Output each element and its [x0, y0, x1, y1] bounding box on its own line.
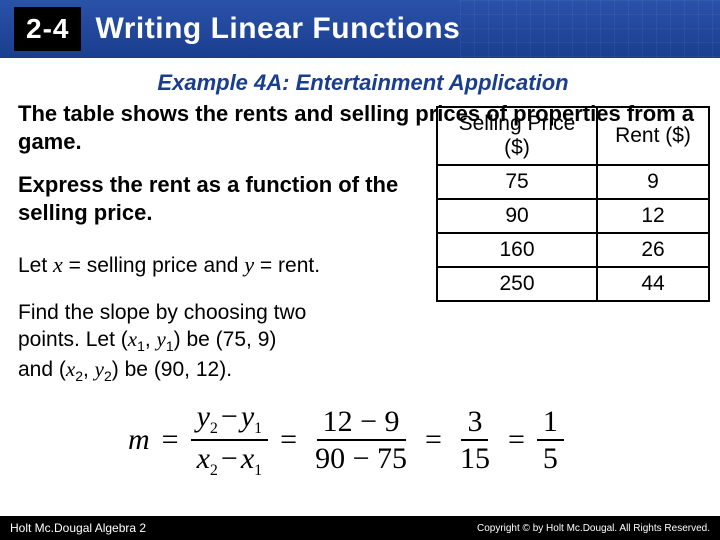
eq-eq3: =: [425, 423, 442, 457]
cell: 160: [437, 233, 597, 267]
cell: 9: [597, 165, 709, 199]
f1bbs: 1: [254, 462, 262, 479]
y2-sub: 2: [104, 368, 112, 384]
cell: 26: [597, 233, 709, 267]
data-table: Selling Price ($) Rent ($) 759 9012 1602…: [436, 106, 710, 302]
eq-eq2: =: [280, 423, 297, 457]
var-y: y: [244, 252, 254, 277]
eq-eq1: =: [162, 423, 179, 457]
find-l2a: points. Let (: [18, 328, 128, 351]
f1bm: −: [218, 442, 241, 475]
f1tbs: 1: [254, 420, 262, 437]
frac-4: 1 5: [537, 407, 564, 474]
table-row: 16026: [437, 233, 709, 267]
lesson-badge: 2-4: [14, 7, 81, 51]
eq-eq4: =: [508, 423, 525, 457]
cell: 90: [437, 199, 597, 233]
x2: x: [66, 357, 75, 381]
c2: ,: [83, 358, 95, 381]
f1tb: y: [241, 400, 254, 433]
table-head-row: Selling Price ($) Rent ($): [437, 107, 709, 165]
col-rent: Rent ($): [597, 107, 709, 165]
frac-2: 12 − 9 90 − 75: [309, 407, 413, 474]
f1ta: y: [197, 400, 210, 433]
example-heading: Example 4A: Entertainment Application: [18, 70, 708, 96]
f1bb: x: [241, 442, 254, 475]
y1: y: [157, 327, 166, 351]
find-l3a: and (: [18, 358, 66, 381]
f1tas: 2: [210, 420, 218, 437]
col-selling-price: Selling Price ($): [437, 107, 597, 165]
eq-m: m: [128, 423, 150, 457]
frac-3: 3 15: [454, 407, 496, 474]
slide-footer: Holt Mc.Dougal Algebra 2 Copyright © by …: [0, 516, 720, 540]
table-row: 759: [437, 165, 709, 199]
find-slope-text: Find the slope by choosing two points. L…: [18, 300, 418, 386]
find-l2b: ) be (75, 9): [174, 328, 277, 351]
f4t: 1: [537, 407, 564, 441]
f2b: 90 − 75: [309, 441, 413, 474]
sub-prompt: Express the rent as a function of the se…: [18, 171, 418, 226]
table-row: 25044: [437, 267, 709, 301]
f4b: 5: [537, 441, 564, 474]
f3b: 15: [454, 441, 496, 474]
c1: ,: [145, 328, 157, 351]
x2-sub: 2: [75, 368, 83, 384]
x1: x: [128, 327, 137, 351]
frac-1: y2−y1 x2−x1: [191, 402, 269, 479]
find-l1: Find the slope by choosing two: [18, 301, 306, 324]
lesson-title: Writing Linear Functions: [95, 12, 460, 46]
let-post: = rent.: [254, 254, 320, 277]
slope-equation: m = y2−y1 x2−x1 = 12 − 9 90 − 75 = 3 15 …: [128, 402, 708, 479]
find-l3b: ) be (90, 12).: [112, 358, 232, 381]
cell: 44: [597, 267, 709, 301]
table-row: 9012: [437, 199, 709, 233]
f2t: 12 − 9: [317, 407, 406, 441]
cell: 75: [437, 165, 597, 199]
cell: 12: [597, 199, 709, 233]
f1bas: 2: [210, 462, 218, 479]
let-pre: Let: [18, 254, 53, 277]
f3t: 3: [461, 407, 488, 441]
var-x: x: [53, 252, 63, 277]
let-mid: = selling price and: [63, 254, 245, 277]
slide-header: 2-4 Writing Linear Functions: [0, 0, 720, 58]
x1-sub: 1: [137, 338, 145, 354]
footer-right: Copyright © by Holt Mc.Dougal. All Right…: [477, 523, 710, 534]
f1tm: −: [218, 400, 241, 433]
f1ba: x: [197, 442, 210, 475]
y2: y: [95, 357, 104, 381]
y1-sub: 1: [166, 338, 174, 354]
footer-left: Holt Mc.Dougal Algebra 2: [10, 521, 146, 535]
cell: 250: [437, 267, 597, 301]
